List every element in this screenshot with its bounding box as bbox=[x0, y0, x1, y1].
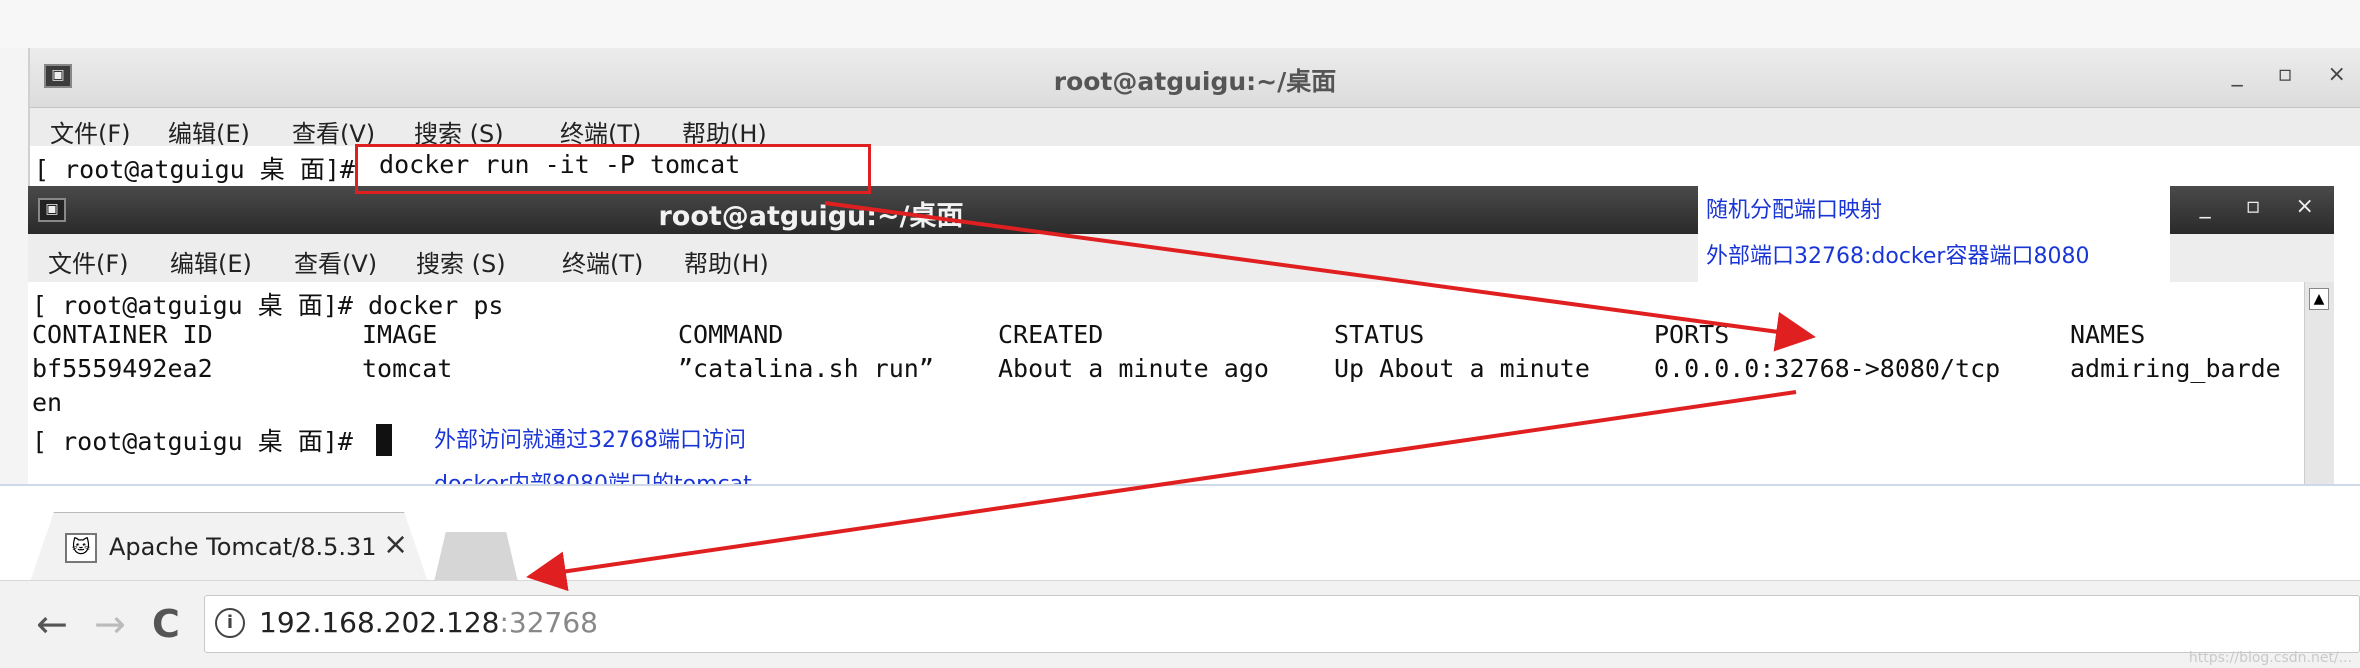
watermark: https://blog.csdn.net/... bbox=[2188, 650, 2352, 666]
arrow-to-browser bbox=[526, 390, 1797, 592]
annotation-arrows bbox=[526, 201, 1816, 592]
arrow-to-ports bbox=[824, 201, 1816, 352]
